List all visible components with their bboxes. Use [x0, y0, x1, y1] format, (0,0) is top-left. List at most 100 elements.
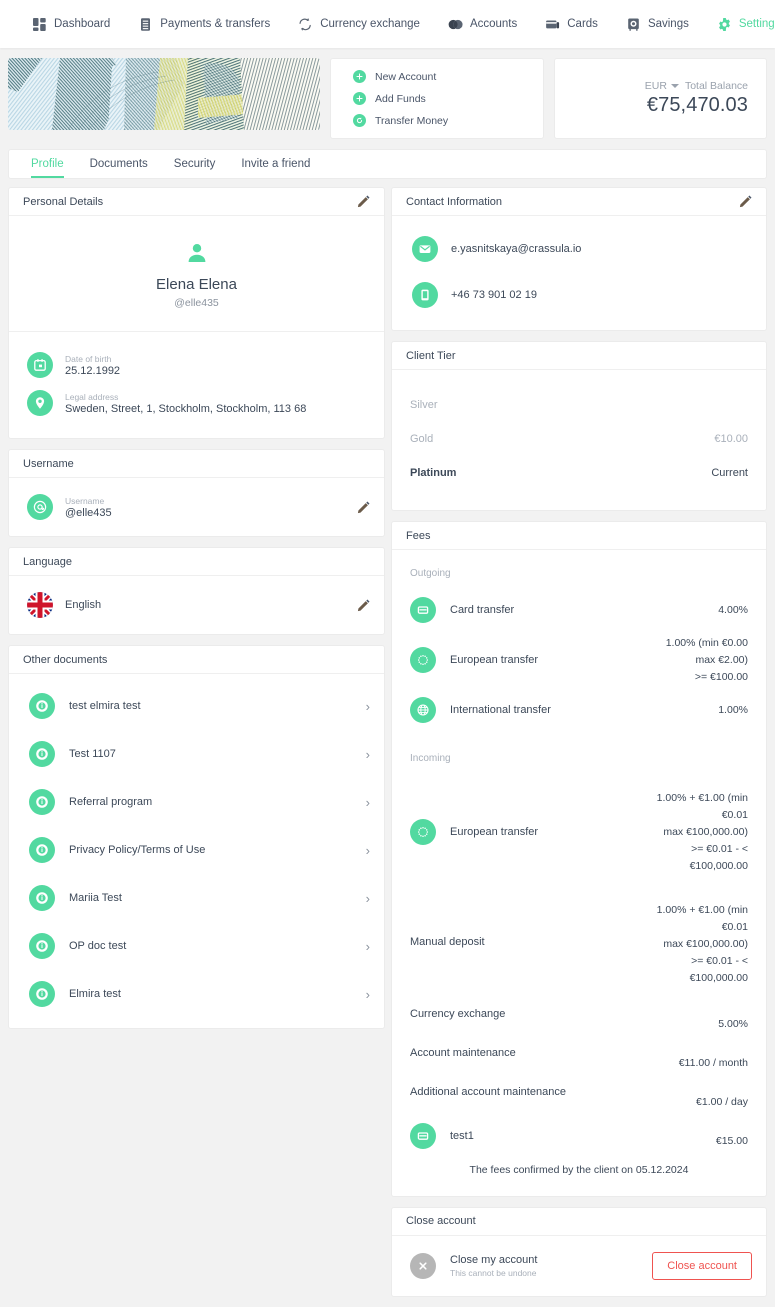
tier-row-platinum[interactable]: Platinum Current	[410, 456, 748, 490]
document-name: Test 1107	[69, 748, 352, 760]
fees-header: Fees	[392, 522, 766, 550]
chevron-right-icon: ›	[366, 700, 370, 713]
currency-selector[interactable]: EUR	[645, 80, 679, 92]
action-label: Transfer Money	[375, 115, 448, 127]
nav-item-payments-transfers[interactable]: Payments & transfers	[124, 0, 284, 48]
card-title: Other documents	[23, 654, 107, 666]
document-name: Mariia Test	[69, 892, 352, 904]
personal-details-card: Personal Details Elena Elena @elle435	[8, 187, 385, 439]
edit-pencil-icon[interactable]	[357, 599, 370, 612]
list-item[interactable]: test elmira test ›	[9, 682, 384, 730]
profile-handle: @elle435	[9, 297, 384, 309]
fee-value: 1.00%	[718, 702, 748, 719]
personal-detail-fields: Date of birth 25.12.1992 Legal address S…	[9, 332, 384, 438]
other-documents-list: test elmira test › Test 1107 › Referral …	[9, 674, 384, 1028]
chevron-right-icon: ›	[366, 844, 370, 857]
chevron-down-icon	[671, 84, 679, 88]
username-value: @elle435	[65, 507, 345, 519]
edit-pencil-icon[interactable]	[739, 195, 752, 208]
fee-value: €11.00 / month	[679, 1045, 748, 1072]
nav-label: Accounts	[470, 18, 517, 30]
avatar-person-icon	[186, 242, 208, 264]
circles-icon	[448, 17, 463, 32]
tier-value: €10.00	[714, 433, 748, 445]
fee-row-european-transfer-in: European transfer 1.00% + €1.00 (min €0.…	[410, 776, 748, 888]
client-tier-rows: Silver Gold €10.00 Platinum Current	[392, 370, 766, 510]
nav-item-cards[interactable]: Cards	[531, 0, 612, 48]
fee-name: test1	[450, 1130, 702, 1142]
list-item[interactable]: Test 1107 ›	[9, 730, 384, 778]
fee-value: €15.00	[716, 1123, 748, 1150]
tier-row-gold[interactable]: Gold €10.00	[410, 422, 748, 456]
phone-value: +46 73 901 02 19	[451, 289, 537, 301]
nav-item-savings[interactable]: Savings	[612, 0, 703, 48]
language-value: English	[65, 599, 345, 611]
edit-pencil-icon[interactable]	[357, 501, 370, 514]
tab-invite-a-friend[interactable]: Invite a friend	[228, 150, 323, 178]
nav-item-accounts[interactable]: Accounts	[434, 0, 531, 48]
nav-item-currency-exchange[interactable]: Currency exchange	[284, 0, 434, 48]
action-transfer-money[interactable]: Transfer Money	[353, 114, 543, 127]
fee-value: 5.00%	[718, 1006, 748, 1033]
tier-name: Platinum	[410, 467, 456, 479]
fee-row-manual-deposit: Manual deposit 1.00% + €1.00 (min €0.01 …	[410, 888, 748, 1000]
tab-label: Invite a friend	[241, 158, 310, 170]
fee-name: Additional account maintenance	[410, 1084, 696, 1098]
profile-name: Elena Elena	[9, 276, 384, 293]
right-column: Contact Information e.yasnitskaya@crassu…	[391, 187, 767, 1297]
tab-security[interactable]: Security	[161, 150, 229, 178]
list-item[interactable]: Referral program ›	[9, 778, 384, 826]
total-balance-amount: €75,470.03	[647, 94, 748, 117]
action-new-account[interactable]: New Account	[353, 70, 543, 83]
document-lines-icon	[138, 17, 153, 32]
contact-information-card: Contact Information e.yasnitskaya@crassu…	[391, 187, 767, 331]
list-item[interactable]: OP doc test ›	[9, 922, 384, 970]
fee-value: 1.00% + €1.00 (min €0.01 max €100,000.00…	[657, 902, 748, 986]
card-icon	[410, 1123, 436, 1149]
plus-circle-icon	[353, 70, 366, 83]
nav-item-settings[interactable]: Settings	[703, 0, 775, 48]
nav-label: Currency exchange	[320, 18, 420, 30]
username-card: Username Username @elle435	[8, 449, 385, 537]
card-title: Close account	[406, 1215, 476, 1227]
contact-rows: e.yasnitskaya@crassula.io +46 73 901 02 …	[392, 216, 766, 330]
nav-label: Settings	[739, 18, 775, 30]
chevron-right-icon: ›	[366, 796, 370, 809]
fee-name: Manual deposit	[410, 902, 657, 948]
profile-tabs: Profile Documents Security Invite a frie…	[8, 149, 767, 179]
language-card: Language English	[8, 547, 385, 635]
fee-value: 4.00%	[718, 602, 748, 619]
close-account-button[interactable]: Close account	[652, 1252, 752, 1280]
fee-name: Account maintenance	[410, 1045, 679, 1059]
contact-phone-row: +46 73 901 02 19	[392, 272, 766, 318]
list-item[interactable]: Privacy Policy/Terms of Use ›	[9, 826, 384, 874]
fees-card: Fees Outgoing Card transfer 4.00% Europe…	[391, 521, 767, 1197]
fee-name: European transfer	[450, 654, 652, 666]
content-columns: Personal Details Elena Elena @elle435	[0, 179, 775, 1307]
action-add-funds[interactable]: Add Funds	[353, 92, 543, 105]
close-account-card: Close account Close my account This cann…	[391, 1207, 767, 1297]
language-header: Language	[9, 548, 384, 576]
close-x-icon	[410, 1253, 436, 1279]
fee-row-international-transfer: International transfer 1.00%	[410, 691, 748, 729]
edit-pencil-icon[interactable]	[357, 195, 370, 208]
action-label: New Account	[375, 71, 436, 83]
tab-documents[interactable]: Documents	[77, 150, 161, 178]
tier-row-silver[interactable]: Silver	[410, 388, 748, 422]
card-title: Contact Information	[406, 196, 502, 208]
tab-profile[interactable]: Profile	[31, 150, 77, 178]
nav-item-dashboard[interactable]: Dashboard	[18, 0, 124, 48]
client-tier-card: Client Tier Silver Gold €10.00 Platinum …	[391, 341, 767, 511]
fees-confirmation-note: The fees confirmed by the client on 05.1…	[410, 1156, 748, 1180]
list-item[interactable]: Elmira test ›	[9, 970, 384, 1018]
left-column: Personal Details Elena Elena @elle435	[8, 187, 385, 1029]
tier-name: Silver	[410, 399, 438, 411]
list-item[interactable]: Mariia Test ›	[9, 874, 384, 922]
close-account-header: Close account	[392, 1208, 766, 1236]
chevron-right-icon: ›	[366, 940, 370, 953]
profile-identity: Elena Elena @elle435	[9, 216, 384, 332]
mobile-phone-icon	[412, 282, 438, 308]
card-icon	[545, 17, 560, 32]
client-tier-header: Client Tier	[392, 342, 766, 370]
eu-stars-icon	[410, 647, 436, 673]
